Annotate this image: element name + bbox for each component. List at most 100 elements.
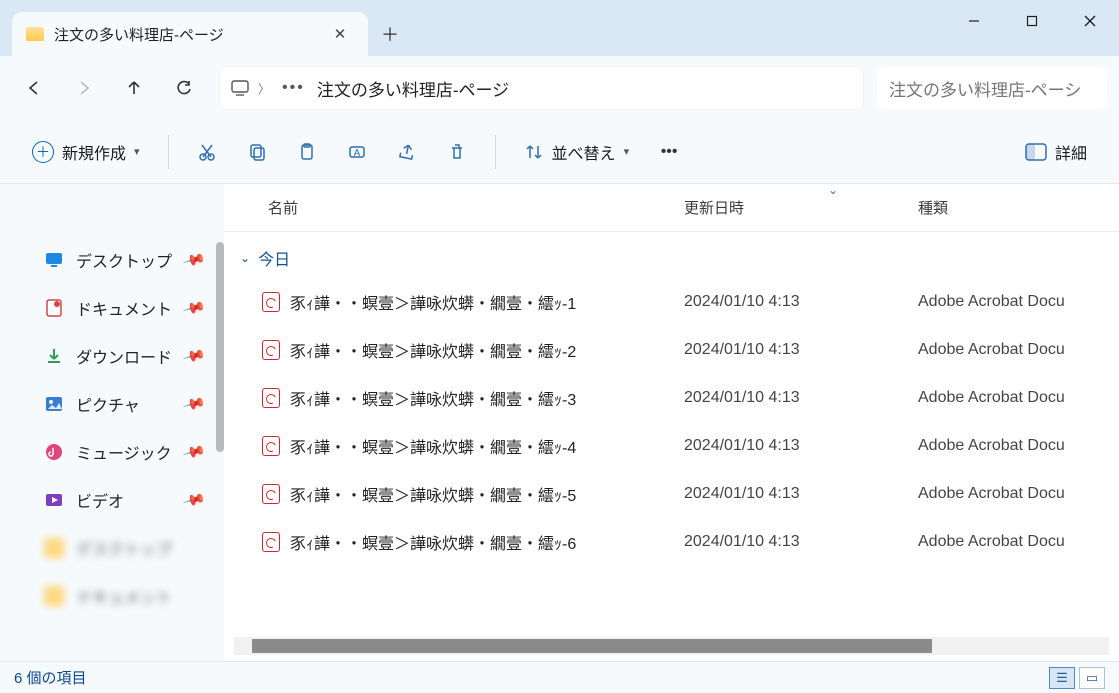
chevron-down-icon: ⌄ — [240, 251, 250, 265]
file-date: 2024/01/10 4:13 — [684, 389, 918, 407]
file-date: 2024/01/10 4:13 — [684, 341, 918, 359]
back-button[interactable] — [12, 66, 56, 110]
pin-icon[interactable]: 📌 — [182, 296, 207, 321]
item-count: 6 個の項目 — [14, 667, 87, 688]
file-type: Adobe Acrobat Docu — [918, 533, 1119, 551]
chevron-down-icon: ▾ — [624, 145, 630, 158]
sidebar-item-document[interactable]: ドキュメント 📌 — [0, 284, 224, 332]
file-row[interactable]: 豕ｨ譁・・螟壹＞譁咏炊蠎・繝壹・繧ｯ-52024/01/10 4:13Adobe… — [224, 470, 1119, 518]
file-name: 豕ｨ譁・・螟壹＞譁咏炊蠎・繝壹・繧ｯ-3 — [284, 386, 684, 410]
new-tab-button[interactable]: ＋ — [368, 12, 412, 56]
sidebar-item-video[interactable]: ビデオ 📌 — [0, 476, 224, 524]
document-icon — [44, 298, 64, 318]
chevron-right-icon[interactable]: 〉 — [258, 80, 270, 97]
file-type: Adobe Acrobat Docu — [918, 389, 1119, 407]
sort-icon — [524, 142, 544, 162]
search-input[interactable]: 注文の多い料理店-ペーシ — [877, 67, 1107, 109]
file-date: 2024/01/10 4:13 — [684, 437, 918, 455]
share-button[interactable] — [385, 132, 429, 172]
pin-icon[interactable]: 📌 — [182, 440, 207, 465]
sidebar-scrollbar[interactable] — [216, 242, 224, 452]
file-row[interactable]: 豕ｨ譁・・螟壹＞譁咏炊蠎・繝壹・繧ｯ-22024/01/10 4:13Adobe… — [224, 326, 1119, 374]
col-name[interactable]: 名前 — [268, 197, 684, 218]
minimize-button[interactable] — [945, 0, 1003, 42]
address-bar[interactable]: 〉 ••• 注文の多い料理店-ページ — [220, 67, 863, 109]
details-pane-icon — [1025, 143, 1047, 161]
sidebar: デスクトップ📌ドキュメント📌ダウンロード📌ピクチャ📌ミュージック📌ビデオ📌 デス… — [0, 184, 224, 661]
sidebar-item-picture[interactable]: ピクチャ 📌 — [0, 380, 224, 428]
separator — [495, 135, 496, 169]
file-type: Adobe Acrobat Docu — [918, 293, 1119, 311]
pdf-icon — [258, 292, 284, 312]
sidebar-item-label: ドキュメント — [76, 296, 172, 320]
col-type[interactable]: 種類 — [918, 197, 1119, 218]
svg-text:A: A — [353, 148, 360, 159]
forward-button[interactable] — [62, 66, 106, 110]
delete-button[interactable] — [435, 132, 479, 172]
separator — [168, 135, 169, 169]
file-date: 2024/01/10 4:13 — [684, 485, 918, 503]
status-bar: 6 個の項目 ☰ ▭ — [0, 661, 1119, 693]
file-name: 豕ｨ譁・・螟壹＞譁咏炊蠎・繝壹・繧ｯ-5 — [284, 482, 684, 506]
picture-icon — [44, 394, 64, 414]
file-name: 豕ｨ譁・・螟壹＞譁咏炊蠎・繝壹・繧ｯ-6 — [284, 530, 684, 554]
file-type: Adobe Acrobat Docu — [918, 341, 1119, 359]
cut-button[interactable] — [185, 132, 229, 172]
pdf-icon — [258, 484, 284, 504]
pin-icon[interactable]: 📌 — [182, 392, 207, 417]
sort-indicator-icon: ⌄ — [828, 183, 838, 197]
pdf-icon — [258, 388, 284, 408]
tab-current[interactable]: 注文の多い料理店-ページ ✕ — [12, 12, 368, 56]
download-icon — [44, 346, 64, 366]
plus-circle-icon: ＋ — [32, 141, 54, 163]
group-header[interactable]: ⌄ 今日 — [224, 238, 1119, 278]
close-button[interactable] — [1061, 0, 1119, 42]
copy-button[interactable] — [235, 132, 279, 172]
sidebar-item-download[interactable]: ダウンロード 📌 — [0, 332, 224, 380]
address-segment[interactable]: 注文の多い料理店-ページ — [317, 76, 509, 101]
path-overflow-icon[interactable]: ••• — [278, 79, 309, 97]
tab-title: 注文の多い料理店-ページ — [54, 24, 316, 45]
sidebar-item-label: ダウンロード — [76, 344, 172, 368]
window-controls — [945, 0, 1119, 56]
sidebar-item-desktop[interactable]: デスクトップ 📌 — [0, 236, 224, 284]
sidebar-item-label: ビデオ — [76, 488, 124, 512]
col-date[interactable]: ⌄更新日時 — [684, 197, 918, 218]
details-view-button[interactable]: ☰ — [1049, 667, 1075, 689]
file-row[interactable]: 豕ｨ譁・・螟壹＞譁咏炊蠎・繝壹・繧ｯ-32024/01/10 4:13Adobe… — [224, 374, 1119, 422]
folder-icon — [26, 27, 44, 41]
video-icon — [44, 490, 64, 510]
tab-close-icon[interactable]: ✕ — [326, 25, 354, 43]
file-list: 名前 ⌄更新日時 種類 ⌄ 今日 豕ｨ譁・・螟壹＞譁咏炊蠎・繝壹・繧ｯ-1202… — [224, 184, 1119, 661]
sort-button[interactable]: 並べ替え ▾ — [512, 132, 642, 172]
sidebar-item-hidden[interactable]: デスクトップ — [0, 524, 224, 572]
pin-icon[interactable]: 📌 — [182, 248, 207, 273]
chevron-down-icon: ▾ — [134, 145, 140, 158]
sidebar-item-label: ピクチャ — [76, 392, 140, 416]
file-row[interactable]: 豕ｨ譁・・螟壹＞譁咏炊蠎・繝壹・繧ｯ-12024/01/10 4:13Adobe… — [224, 278, 1119, 326]
new-button[interactable]: ＋ 新規作成 ▾ — [20, 132, 152, 172]
nav-bar: 〉 ••• 注文の多い料理店-ページ 注文の多い料理店-ペーシ — [0, 56, 1119, 120]
pin-icon[interactable]: 📌 — [182, 488, 207, 513]
titlebar: 注文の多い料理店-ページ ✕ ＋ — [0, 0, 1119, 56]
icons-view-button[interactable]: ▭ — [1079, 667, 1105, 689]
pdf-icon — [258, 340, 284, 360]
maximize-button[interactable] — [1003, 0, 1061, 42]
file-row[interactable]: 豕ｨ譁・・螟壹＞譁咏炊蠎・繝壹・繧ｯ-42024/01/10 4:13Adobe… — [224, 422, 1119, 470]
rename-button[interactable]: A — [335, 132, 379, 172]
paste-button[interactable] — [285, 132, 329, 172]
refresh-button[interactable] — [162, 66, 206, 110]
file-row[interactable]: 豕ｨ譁・・螟壹＞譁咏炊蠎・繝壹・繧ｯ-62024/01/10 4:13Adobe… — [224, 518, 1119, 566]
more-button[interactable]: ••• — [647, 132, 691, 172]
pin-icon[interactable]: 📌 — [182, 344, 207, 369]
file-date: 2024/01/10 4:13 — [684, 533, 918, 551]
sidebar-item-music[interactable]: ミュージック📌 — [0, 428, 224, 476]
file-type: Adobe Acrobat Docu — [918, 437, 1119, 455]
up-button[interactable] — [112, 66, 156, 110]
music-icon — [44, 442, 64, 462]
sidebar-item-hidden[interactable]: ドキュメント — [0, 572, 224, 620]
pdf-icon — [258, 436, 284, 456]
horizontal-scrollbar[interactable] — [234, 637, 1109, 655]
sidebar-item-label: デスクトップ — [76, 248, 172, 272]
details-button[interactable]: 詳細 — [1013, 132, 1099, 172]
